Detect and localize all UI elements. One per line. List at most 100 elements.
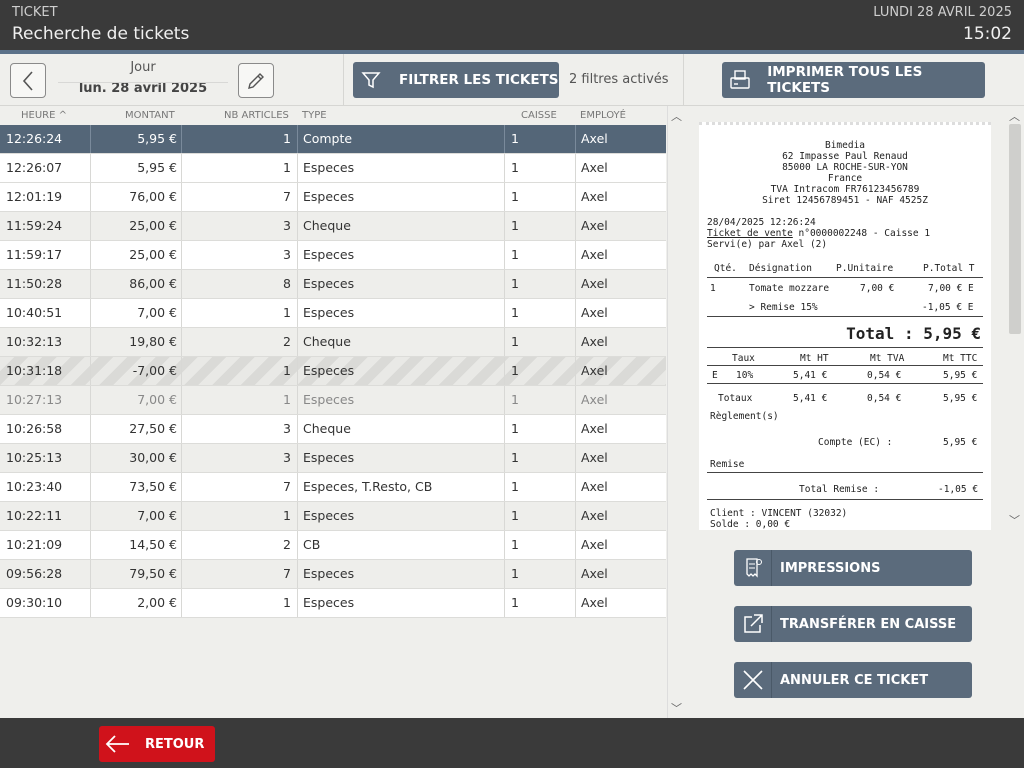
cell-border: [504, 328, 505, 356]
cell-nb: 2: [283, 537, 291, 552]
chevron-down-icon[interactable]: ﹀: [671, 700, 682, 716]
cell-caisse: 1: [511, 595, 519, 610]
cell-nb: 3: [283, 421, 291, 436]
col-montant[interactable]: MONTANT: [125, 110, 175, 121]
table-row[interactable]: 12:26:07 5,95 € 1 Especes 1 Axel: [0, 154, 666, 183]
cell-montant: 79,50 €: [129, 566, 177, 581]
cell-border: [504, 125, 505, 153]
table-row[interactable]: 10:26:58 27,50 € 3 Cheque 1 Axel: [0, 415, 666, 444]
cell-employe: Axel: [581, 247, 608, 262]
transfer-label: TRANSFÉRER EN CAISSE: [780, 616, 957, 632]
cell-border: [575, 125, 576, 153]
cell-border: [297, 531, 298, 559]
cancel-ticket-button[interactable]: ANNULER CE TICKET: [734, 662, 972, 698]
table-row[interactable]: 10:40:51 7,00 € 1 Especes 1 Axel: [0, 299, 666, 328]
table-row[interactable]: 10:31:18 -7,00 € 1 Especes 1 Axel: [0, 357, 666, 386]
cell-heure: 09:30:10: [6, 595, 63, 610]
col-type[interactable]: TYPE: [302, 110, 327, 121]
ticket-link[interactable]: Ticket de vente: [707, 228, 793, 239]
col-heure[interactable]: HEURE ^: [21, 110, 67, 121]
cell-border: [575, 444, 576, 472]
receipt-scroll-thumb[interactable]: [1009, 124, 1021, 334]
day-selector[interactable]: Jour lun. 28 avril 2025: [58, 60, 228, 102]
chevron-up-icon[interactable]: ︿: [671, 108, 682, 124]
cell-border: [90, 125, 91, 153]
receipt-divider: [707, 277, 983, 278]
toolbar-divider: [343, 54, 344, 106]
table-scrollbar[interactable]: ︿ ﹀: [667, 106, 683, 718]
table-row[interactable]: 10:32:13 19,80 € 2 Cheque 1 Axel: [0, 328, 666, 357]
total-remise-value: -1,05 €: [938, 484, 979, 495]
table-row[interactable]: 12:26:24 5,95 € 1 Compte 1 Axel: [0, 125, 666, 154]
cell-heure: 10:26:58: [6, 421, 63, 436]
table-row[interactable]: 09:56:28 79,50 € 7 Especes 1 Axel: [0, 560, 666, 589]
cell-border: [504, 212, 505, 240]
cell-type: Especes: [303, 392, 355, 407]
chevron-down-icon[interactable]: ﹀: [1009, 512, 1020, 528]
cell-border: [90, 328, 91, 356]
table-row[interactable]: 11:50:28 86,00 € 8 Especes 1 Axel: [0, 270, 666, 299]
cell-montant: 30,00 €: [129, 450, 177, 465]
cell-employe: Axel: [581, 305, 608, 320]
table-row[interactable]: 10:23:40 73,50 € 7 Especes, T.Resto, CB 1 Axe…: [0, 473, 666, 502]
cell-heure: 11:59:24: [6, 218, 63, 233]
cell-caisse: 1: [511, 305, 519, 320]
col-caisse[interactable]: CAISSE: [521, 110, 557, 121]
cell-border: [181, 328, 182, 356]
impressions-button[interactable]: IMPRESSIONS: [734, 550, 972, 586]
total-remise-label: Total Remise :: [799, 484, 880, 495]
cell-heure: 10:40:51: [6, 305, 63, 320]
table-row[interactable]: 10:27:13 7,00 € 1 Especes 1 Axel: [0, 386, 666, 415]
cell-border: [181, 212, 182, 240]
cell-heure: 09:56:28: [6, 566, 63, 581]
cell-employe: Axel: [581, 160, 608, 175]
cell-border: [504, 444, 505, 472]
edit-date-button[interactable]: [238, 63, 274, 98]
cell-border: [575, 415, 576, 443]
table-row[interactable]: 09:30:10 2,00 € 1 Especes 1 Axel: [0, 589, 666, 618]
table-row[interactable]: 10:22:11 7,00 € 1 Especes 1 Axel: [0, 502, 666, 531]
col-nb-articles[interactable]: NB ARTICLES: [224, 110, 289, 121]
arrow-left-icon: [99, 726, 135, 762]
tax-col-ht: Mt HT: [800, 353, 829, 364]
print-all-tickets-button[interactable]: IMPRIMER TOUS LES TICKETS: [722, 62, 985, 98]
cell-nb: 1: [283, 508, 291, 523]
table-row[interactable]: 10:21:09 14,50 € 2 CB 1 Axel: [0, 531, 666, 560]
chevron-left-icon: [22, 70, 33, 91]
cell-nb: 7: [283, 566, 291, 581]
table-header: HEURE ^ MONTANT NB ARTICLES TYPE CAISSE …: [0, 106, 667, 125]
receipt-divider: [707, 383, 983, 384]
previous-day-button[interactable]: [10, 63, 46, 98]
filter-tickets-button[interactable]: FILTRER LES TICKETS: [353, 62, 559, 98]
cell-border: [90, 183, 91, 211]
payments-label: Règlement(s): [710, 411, 779, 422]
receipt-scrollbar[interactable]: ︿ ﹀: [1006, 106, 1024, 530]
receipt-preview: Bimedia 62 Impasse Paul Renaud 85000 LA …: [699, 122, 991, 530]
back-button[interactable]: RETOUR: [99, 726, 215, 762]
cell-border: [575, 386, 576, 414]
cell-heure: 12:01:19: [6, 189, 63, 204]
cell-employe: Axel: [581, 479, 608, 494]
cell-caisse: 1: [511, 479, 519, 494]
cell-employe: Axel: [581, 566, 608, 581]
table-row[interactable]: 10:25:13 30,00 € 3 Especes 1 Axel: [0, 444, 666, 473]
cell-employe: Axel: [581, 450, 608, 465]
cell-employe: Axel: [581, 508, 608, 523]
impressions-label: IMPRESSIONS: [780, 560, 881, 576]
chevron-up-icon[interactable]: ︿: [1009, 108, 1020, 124]
cell-border: [504, 154, 505, 182]
cell-montant: -7,00 €: [132, 363, 177, 378]
transfer-to-register-button[interactable]: TRANSFÉRER EN CAISSE: [734, 606, 972, 642]
table-row[interactable]: 11:59:17 25,00 € 3 Especes 1 Axel: [0, 241, 666, 270]
current-date: LUNDI 28 AVRIL 2025: [873, 5, 1012, 20]
table-row[interactable]: 12:01:19 76,00 € 7 Especes 1 Axel: [0, 183, 666, 212]
cell-border: [90, 502, 91, 530]
cell-heure: 10:21:09: [6, 537, 63, 552]
cell-employe: Axel: [581, 189, 608, 204]
discount-value: -1,05 € E: [922, 302, 974, 313]
table-row[interactable]: 11:59:24 25,00 € 3 Cheque 1 Axel: [0, 212, 666, 241]
col-employe[interactable]: EMPLOYÉ: [580, 110, 626, 121]
tax-col-ttc: Mt TTC: [943, 353, 978, 364]
cell-nb: 1: [283, 392, 291, 407]
cell-border: [181, 415, 182, 443]
